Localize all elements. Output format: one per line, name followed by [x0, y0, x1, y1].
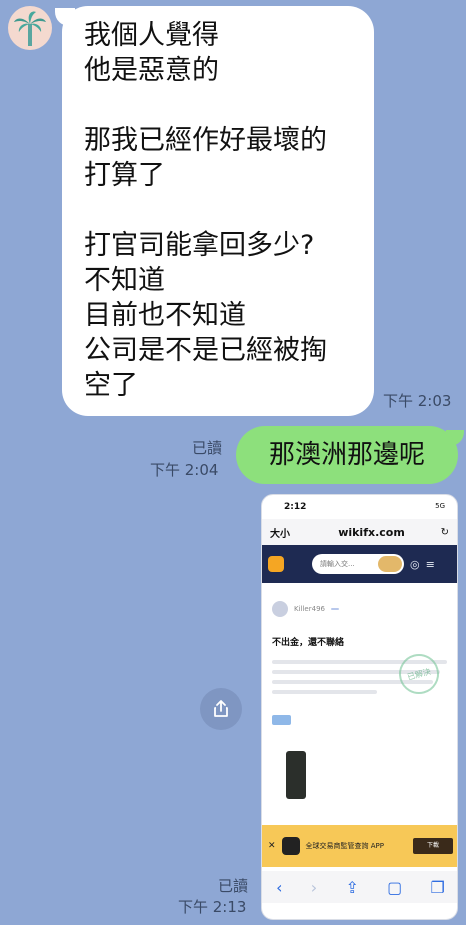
url-text: wikifx.com: [338, 525, 405, 539]
app-download-banner: ✕ 全球交易商監管查詢 APP 下載: [262, 825, 457, 867]
message-line: 我個人覺得: [84, 20, 219, 51]
status-clock: 2:12: [284, 502, 307, 512]
phone-status-bar: 2:12 5G: [262, 495, 457, 519]
back-icon: ‹: [276, 877, 283, 897]
site-search-box: 請輸入交...: [312, 554, 404, 574]
menu-icon: ≡: [425, 557, 435, 571]
tabs-icon: ❐: [430, 877, 445, 897]
browser-url-bar: 大小 wikifx.com ↻: [262, 519, 457, 545]
outgoing-timestamp: 下午 2:04: [150, 461, 219, 479]
site-search-button: [378, 556, 402, 572]
browser-toolbar: ‹ › ⇪ ▢ ❐: [262, 871, 457, 903]
share-icon: [214, 700, 228, 717]
site-header: 請輸入交... ◎ ≡: [262, 545, 457, 583]
banner-text: 全球交易商監管查詢 APP: [305, 842, 385, 850]
site-search-placeholder: 請輸入交...: [320, 560, 355, 568]
message-line: 目前也不知道: [84, 300, 246, 331]
message-line: 他是惡意的: [84, 55, 219, 86]
message-line: [84, 88, 352, 123]
author-name: Killer496: [294, 605, 325, 613]
reload-icon: ↻: [440, 526, 449, 538]
headset-icon: ◎: [410, 557, 420, 571]
message-line: 空了: [84, 370, 138, 401]
message-line: 不知道: [84, 265, 165, 296]
post-body-text: 已解決: [272, 649, 447, 706]
share-icon: ⇪: [345, 877, 359, 897]
text-size-label: 大小: [270, 528, 290, 540]
resolved-stamp: 已解決: [394, 649, 444, 699]
post-content: Killer496 不出金，還不聯絡 已解決: [262, 583, 457, 799]
post-attachment-thumbnail: [286, 751, 306, 799]
network-indicator: 5G: [435, 502, 445, 510]
close-icon: ✕: [268, 841, 276, 851]
app-logo-icon: [281, 837, 300, 855]
bookmarks-icon: ▢: [387, 877, 403, 897]
read-receipt: 已讀: [192, 439, 223, 457]
incoming-timestamp: 下午 2:03: [383, 392, 452, 410]
message-line: 打算了: [84, 160, 165, 191]
palm-tree-icon: [14, 11, 46, 46]
message-line: 打官司能拿回多少?: [84, 230, 315, 261]
download-button: 下載: [413, 838, 453, 854]
contact-avatar[interactable]: [8, 6, 52, 50]
image-timestamp: 下午 2:13: [178, 898, 247, 916]
post-author: Killer496: [272, 601, 447, 617]
screenshot-image-message[interactable]: 2:12 5G 大小 wikifx.com ↻ 請輸入交... ◎ ≡ Kill…: [261, 494, 458, 920]
outgoing-message-bubble[interactable]: 那澳洲那邊呢: [236, 426, 458, 484]
message-line: 公司是不是已經被掏: [84, 335, 327, 366]
read-receipt: 已讀: [218, 877, 249, 895]
message-line: [84, 193, 352, 228]
post-title: 不出金，還不聯絡: [272, 638, 345, 648]
author-badge: [330, 608, 339, 610]
incoming-message-bubble[interactable]: 我個人覺得 他是惡意的 那我已經作好最壞的 打算了 打官司能拿回多少? 不知道 …: [62, 6, 374, 416]
message-line: 那我已經作好最壞的: [84, 125, 327, 156]
forward-icon: ›: [310, 877, 318, 897]
site-logo-icon: [268, 556, 284, 572]
author-avatar: [272, 601, 288, 617]
post-tag: [272, 715, 292, 725]
share-button[interactable]: [200, 688, 242, 730]
